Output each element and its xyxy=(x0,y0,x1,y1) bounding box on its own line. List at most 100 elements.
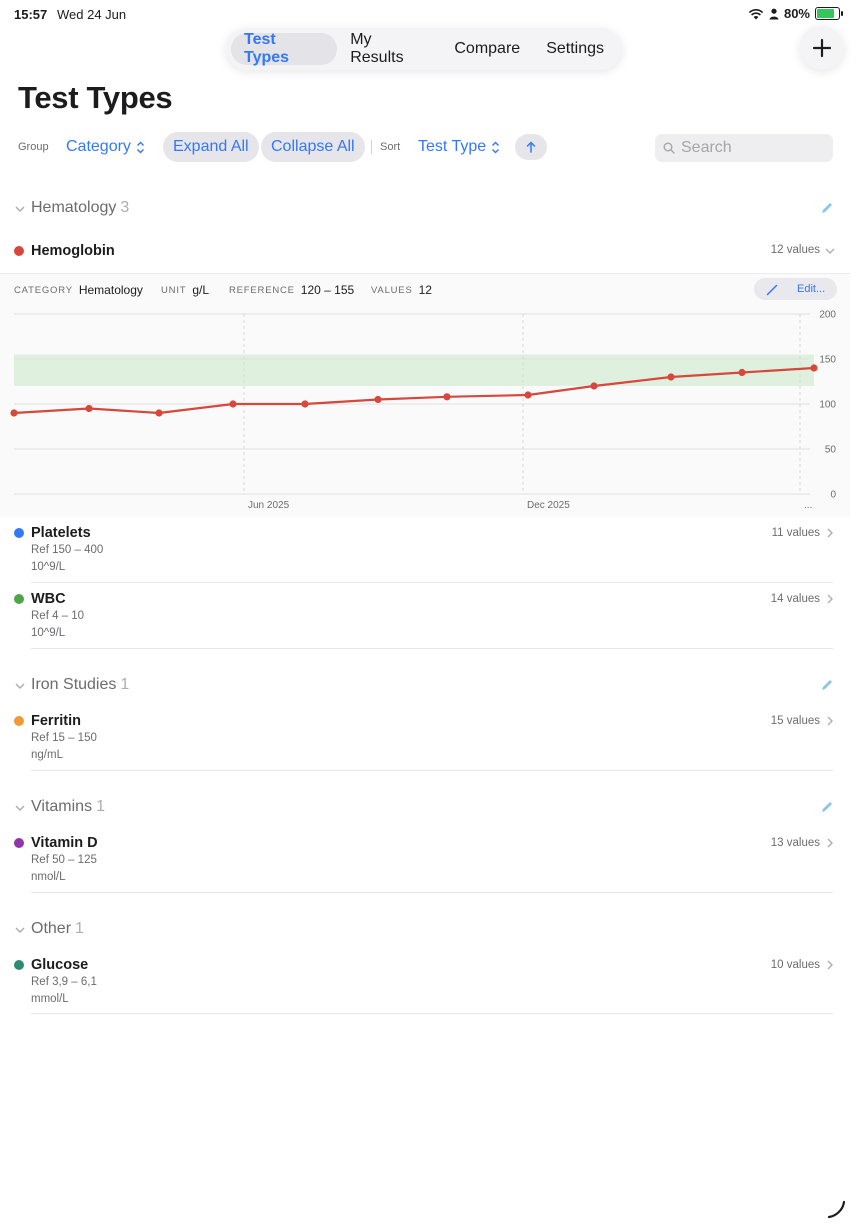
data-point xyxy=(85,404,93,413)
collapse-all-button[interactable]: Collapse All xyxy=(261,132,365,162)
y-tick-label: 150 xyxy=(819,355,836,366)
group-name: Other 1 xyxy=(31,920,84,938)
meta-value: g/L xyxy=(192,283,210,297)
top-tab-bar: Test Types My Results Compare Settings xyxy=(226,28,622,70)
data-point xyxy=(590,382,598,390)
group-name-text: Other xyxy=(31,920,72,937)
chevron-up-down-icon xyxy=(136,141,144,153)
group-header-iron-studies[interactable]: Iron Studies 1 xyxy=(0,671,860,701)
x-tick-label: Dec 2025 xyxy=(527,500,570,511)
edit-button[interactable]: Edit... xyxy=(754,278,837,300)
meta-values: VALUES 12 xyxy=(371,280,432,300)
values-count: 10 values xyxy=(770,959,820,971)
y-tick-label: 200 xyxy=(819,310,836,321)
y-tick-label: 100 xyxy=(819,400,836,411)
status-date: Wed 24 Jun xyxy=(57,7,127,22)
toolbar-divider xyxy=(371,140,372,154)
meta-value: 120 – 155 xyxy=(300,283,355,297)
chevron-up-down-icon xyxy=(492,141,500,153)
chevron-right-icon xyxy=(827,528,833,538)
meta-key: REFERENCE xyxy=(229,284,295,296)
reference-range: Ref 150 – 400 xyxy=(31,544,104,556)
group-header-vitamins[interactable]: Vitamins 1 xyxy=(0,793,860,823)
group-select[interactable]: Category xyxy=(66,132,145,162)
test-row-ferritin[interactable]: Ferritin Ref 15 – 150 ng/mL 15 values xyxy=(0,705,860,771)
row-divider xyxy=(31,892,833,893)
search-icon xyxy=(663,142,675,154)
hemoglobin-detail-panel: CATEGORY Hematology UNIT g/L REFERENCE 1… xyxy=(0,273,850,517)
group-header-hematology[interactable]: Hematology 3 xyxy=(0,194,860,224)
wifi-icon xyxy=(748,8,764,19)
values-count: 11 values xyxy=(771,527,820,539)
group-name-text: Hematology xyxy=(31,199,117,216)
chevron-down-icon xyxy=(825,248,835,254)
group-count: 1 xyxy=(96,798,105,815)
add-button[interactable] xyxy=(800,26,844,70)
group-select-value: Category xyxy=(66,138,131,155)
test-row-vitamin-d[interactable]: Vitamin D Ref 50 – 125 nmol/L 13 values xyxy=(0,827,860,893)
chevron-right-icon xyxy=(827,716,833,726)
group-name-text: Iron Studies xyxy=(31,676,117,693)
row-divider xyxy=(31,770,833,771)
group-label: Group xyxy=(18,141,49,153)
data-point xyxy=(738,368,746,377)
unit: ng/mL xyxy=(31,749,63,761)
tab-my-results[interactable]: My Results xyxy=(337,31,441,66)
battery-percent: 80% xyxy=(783,6,810,21)
chevron-down-icon xyxy=(15,805,25,812)
search-field[interactable] xyxy=(655,134,833,162)
meta-unit: UNIT g/L xyxy=(161,280,209,300)
row-divider xyxy=(31,1013,833,1014)
edit-label: Edit... xyxy=(797,283,826,295)
group-count: 3 xyxy=(120,199,130,216)
meta-category: CATEGORY Hematology xyxy=(14,280,143,300)
chevron-right-icon xyxy=(827,960,833,970)
status-bar: 15:57 Wed 24 Jun 80% xyxy=(0,0,860,28)
toolbar: Group Category Expand All Collapse All S… xyxy=(0,132,860,162)
data-point xyxy=(155,409,163,417)
test-name: Vitamin D xyxy=(31,835,98,851)
group-name: Iron Studies 1 xyxy=(31,676,129,694)
group-name-text: Vitamins xyxy=(31,798,93,815)
unit: 10^9/L xyxy=(31,627,66,639)
data-point xyxy=(524,391,532,399)
status-time: 15:57 xyxy=(14,7,48,22)
data-point xyxy=(667,373,675,381)
group-header-other[interactable]: Other 1 xyxy=(0,915,860,945)
color-dot xyxy=(14,594,24,604)
expand-all-button[interactable]: Expand All xyxy=(163,132,259,162)
data-point xyxy=(301,400,309,408)
values-count: 13 values xyxy=(770,837,820,849)
chevron-right-icon xyxy=(827,594,833,604)
test-row-platelets[interactable]: Platelets Ref 150 – 400 10^9/L 11 values xyxy=(0,517,860,583)
meta-key: VALUES xyxy=(371,284,413,296)
test-name: WBC xyxy=(31,591,66,607)
pencil-icon[interactable] xyxy=(820,201,834,215)
battery-icon xyxy=(815,7,843,20)
test-name: Glucose xyxy=(31,957,89,973)
sort-select[interactable]: Test Type xyxy=(418,132,500,162)
tab-settings[interactable]: Settings xyxy=(533,33,617,65)
tab-compare[interactable]: Compare xyxy=(441,33,533,65)
unit: nmol/L xyxy=(31,871,66,883)
chevron-down-icon xyxy=(15,927,25,934)
test-row-hemoglobin[interactable]: Hemoglobin 12 values xyxy=(0,236,860,273)
reference-range: Ref 15 – 150 xyxy=(31,732,97,744)
color-dot xyxy=(14,838,24,848)
pencil-icon[interactable] xyxy=(820,678,834,692)
pencil-icon[interactable] xyxy=(820,800,834,814)
group-name: Vitamins 1 xyxy=(31,798,105,816)
tab-test-types[interactable]: Test Types xyxy=(231,31,338,66)
chevron-down-icon xyxy=(15,683,25,690)
meta-reference: REFERENCE 120 – 155 xyxy=(229,280,354,300)
meta-key: UNIT xyxy=(161,284,187,296)
data-point xyxy=(443,393,451,401)
search-input[interactable] xyxy=(681,139,821,157)
y-tick-label: 50 xyxy=(825,445,837,456)
reference-range: Ref 3,9 – 6,1 xyxy=(31,976,97,988)
sort-direction-button[interactable] xyxy=(515,134,547,160)
row-divider xyxy=(31,648,833,649)
resize-handle-icon[interactable] xyxy=(826,1198,848,1220)
test-row-glucose[interactable]: Glucose Ref 3,9 – 6,1 mmol/L 10 values xyxy=(0,949,860,1015)
test-row-wbc[interactable]: WBC Ref 4 – 10 10^9/L 14 values xyxy=(0,583,860,649)
